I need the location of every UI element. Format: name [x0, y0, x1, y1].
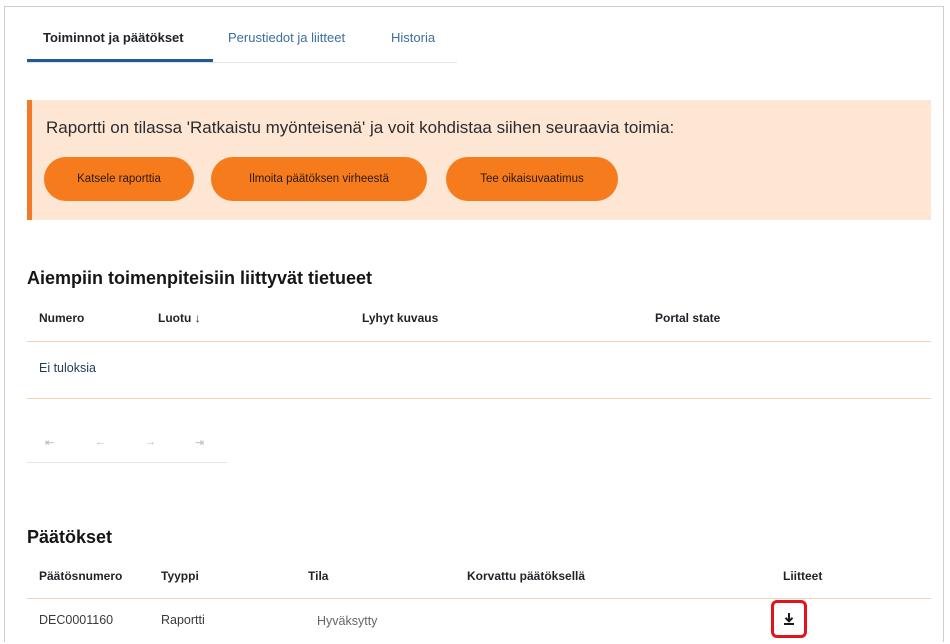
previous-page-icon[interactable]: ← — [95, 436, 106, 448]
active-tab-indicator — [27, 59, 213, 62]
first-page-icon[interactable]: ⇤ — [45, 436, 54, 449]
status-banner: Raportti on tilassa 'Ratkaistu myönteise… — [27, 100, 931, 220]
last-page-icon[interactable]: ⇥ — [195, 436, 204, 449]
decisions-header-divider — [27, 598, 931, 599]
next-page-icon[interactable]: → — [145, 436, 156, 448]
banner-message: Raportti on tilassa 'Ratkaistu myönteise… — [46, 118, 675, 137]
col-portal-state[interactable]: Portal state — [655, 311, 720, 325]
tab-basic-info[interactable]: Perustiedot ja liitteet — [228, 30, 345, 45]
pagination: ⇤ ← → ⇥ — [27, 428, 227, 463]
appeal-button[interactable]: Tee oikaisuvaatimus — [446, 157, 618, 201]
col-type[interactable]: Tyyppi — [161, 569, 199, 583]
col-status[interactable]: Tila — [308, 569, 328, 583]
records-row-divider — [27, 398, 931, 399]
download-icon — [784, 613, 794, 625]
col-decision-number[interactable]: Päätösnumero — [39, 569, 122, 583]
no-results-text: Ei tuloksia — [39, 361, 96, 375]
decision-status-cell: Hyväksytty — [317, 614, 378, 628]
attachment-download-button[interactable] — [771, 600, 807, 638]
decision-type-cell: Raportti — [161, 613, 205, 627]
records-header-divider — [27, 341, 931, 342]
tab-actions-decisions[interactable]: Toiminnot ja päätökset — [43, 30, 184, 45]
col-attachments[interactable]: Liitteet — [783, 569, 822, 583]
records-heading: Aiempiin toimenpiteisiin liittyvät tietu… — [27, 268, 373, 288]
tab-bar: Toiminnot ja päätökset Perustiedot ja li… — [27, 20, 457, 63]
col-short-description[interactable]: Lyhyt kuvaus — [362, 311, 438, 325]
col-number[interactable]: Numero — [39, 311, 84, 325]
decision-number-cell[interactable]: DEC0001160 — [39, 613, 113, 627]
col-created-sort[interactable]: Luotu ↓ — [158, 311, 201, 325]
report-decision-error-button[interactable]: Ilmoita päätöksen virheestä — [211, 157, 427, 201]
tab-history[interactable]: Historia — [391, 30, 435, 45]
col-replaced-by[interactable]: Korvattu päätöksellä — [467, 569, 585, 583]
view-report-button[interactable]: Katsele raporttia — [44, 157, 194, 201]
decisions-heading: Päätökset — [27, 527, 113, 547]
